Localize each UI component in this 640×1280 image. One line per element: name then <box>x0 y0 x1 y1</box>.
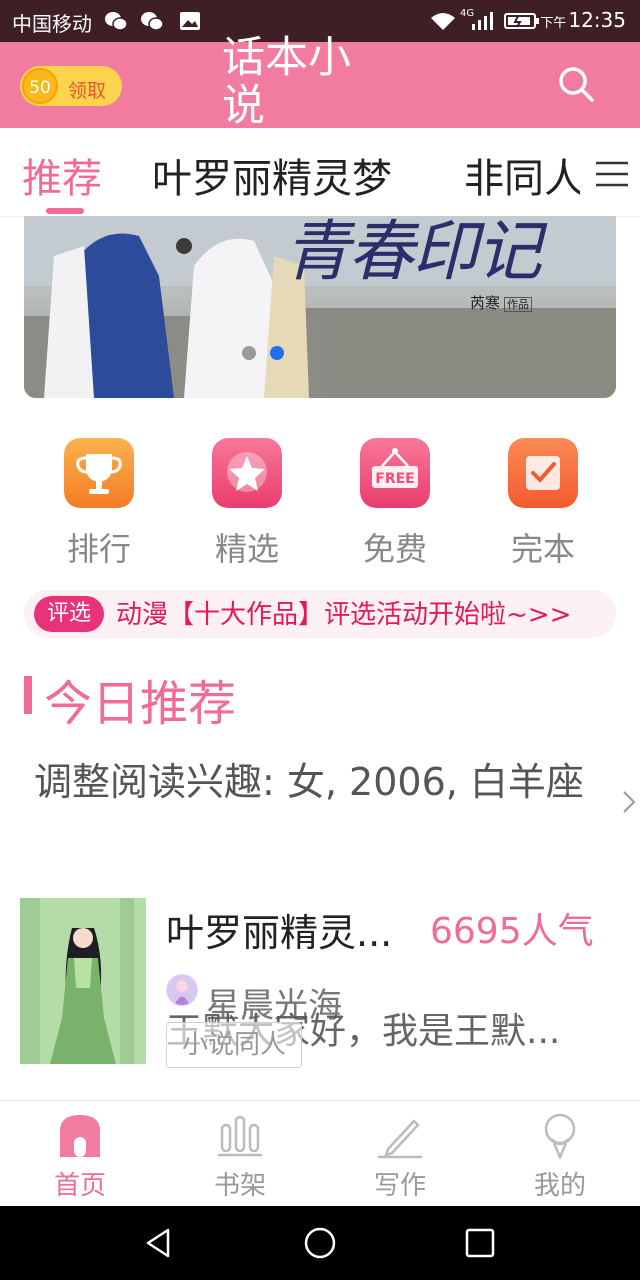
chevron-right-icon[interactable] <box>622 790 636 814</box>
banner-title: 青春印记 <box>284 216 542 290</box>
star-icon[interactable] <box>212 438 282 508</box>
svg-text:FREE: FREE <box>375 471 414 487</box>
tab-non-fanfic[interactable]: 非同人 <box>464 146 584 204</box>
notice-badge: 评选 <box>34 596 104 632</box>
recents-icon[interactable] <box>463 1226 497 1260</box>
book-title[interactable]: 叶罗丽精灵... <box>166 902 392 957</box>
section-title: 今日推荐 <box>44 676 237 732</box>
back-icon[interactable] <box>142 1226 176 1260</box>
home-circle-icon[interactable] <box>303 1226 337 1260</box>
book-popularity: 6695人气 <box>430 911 594 952</box>
ranking-label[interactable]: 排行 <box>29 524 169 570</box>
app-header: 50 领取 话本小说 <box>0 34 640 128</box>
coin-count[interactable]: 50 <box>22 68 58 104</box>
clock: 下午 12:35 <box>540 8 626 32</box>
app-title: 话本小说 <box>222 34 351 126</box>
notice-text[interactable]: 动漫【十大作品】评选活动开始啦~>> <box>116 596 571 634</box>
tab-recommend[interactable]: 推荐 <box>22 146 102 204</box>
trophy-icon[interactable] <box>64 438 134 508</box>
section-accent-bar <box>24 676 32 714</box>
book-tag: 小说同人 <box>166 1022 302 1068</box>
system-nav-bar <box>0 1206 640 1280</box>
active-tab-indicator <box>46 208 84 214</box>
checkbox-icon[interactable] <box>508 438 578 508</box>
wechat-icon <box>105 12 128 31</box>
free-label[interactable]: 免费 <box>325 524 465 570</box>
battery-icon <box>504 13 539 29</box>
book-cover[interactable] <box>20 898 146 1064</box>
completed-label[interactable]: 完本 <box>473 524 613 570</box>
pencil-icon[interactable] <box>378 1113 422 1159</box>
selected-label[interactable]: 精选 <box>177 524 317 570</box>
search-icon[interactable] <box>556 64 596 104</box>
nav-me-label[interactable]: 我的 <box>480 1165 640 1202</box>
carousel-dot-active[interactable] <box>270 346 284 360</box>
tab-yeluoli[interactable]: 叶罗丽精灵梦 <box>152 146 392 204</box>
menu-icon[interactable] <box>594 160 630 188</box>
wechat-icon <box>141 12 164 31</box>
bookshelf-icon[interactable] <box>218 1113 262 1159</box>
free-sign-icon[interactable]: FREE <box>360 438 430 508</box>
claim-label[interactable]: 领取 <box>68 76 106 103</box>
nav-bookshelf-label[interactable]: 书架 <box>160 1165 320 1202</box>
carrier-label: 中国移动 <box>12 12 92 36</box>
reading-interest-link[interactable]: 调整阅读兴趣: 女, 2006, 白羊座 <box>34 756 594 808</box>
category-tabs: 推荐 叶罗丽精灵梦 非同人 <box>0 128 640 217</box>
profile-icon[interactable] <box>538 1113 582 1159</box>
gallery-icon <box>180 12 200 30</box>
promo-banner[interactable]: 青春印记 芮寒 作品 <box>24 216 616 398</box>
bottom-nav: 首页 书架 写作 我的 <box>0 1100 640 1207</box>
nav-home-label[interactable]: 首页 <box>0 1165 160 1202</box>
wifi-icon <box>431 13 455 30</box>
home-icon[interactable] <box>58 1113 102 1159</box>
nav-write-label[interactable]: 写作 <box>320 1165 480 1202</box>
carousel-dot[interactable] <box>242 346 256 360</box>
signal-icon <box>472 12 493 30</box>
banner-author: 芮寒 作品 <box>470 292 533 313</box>
